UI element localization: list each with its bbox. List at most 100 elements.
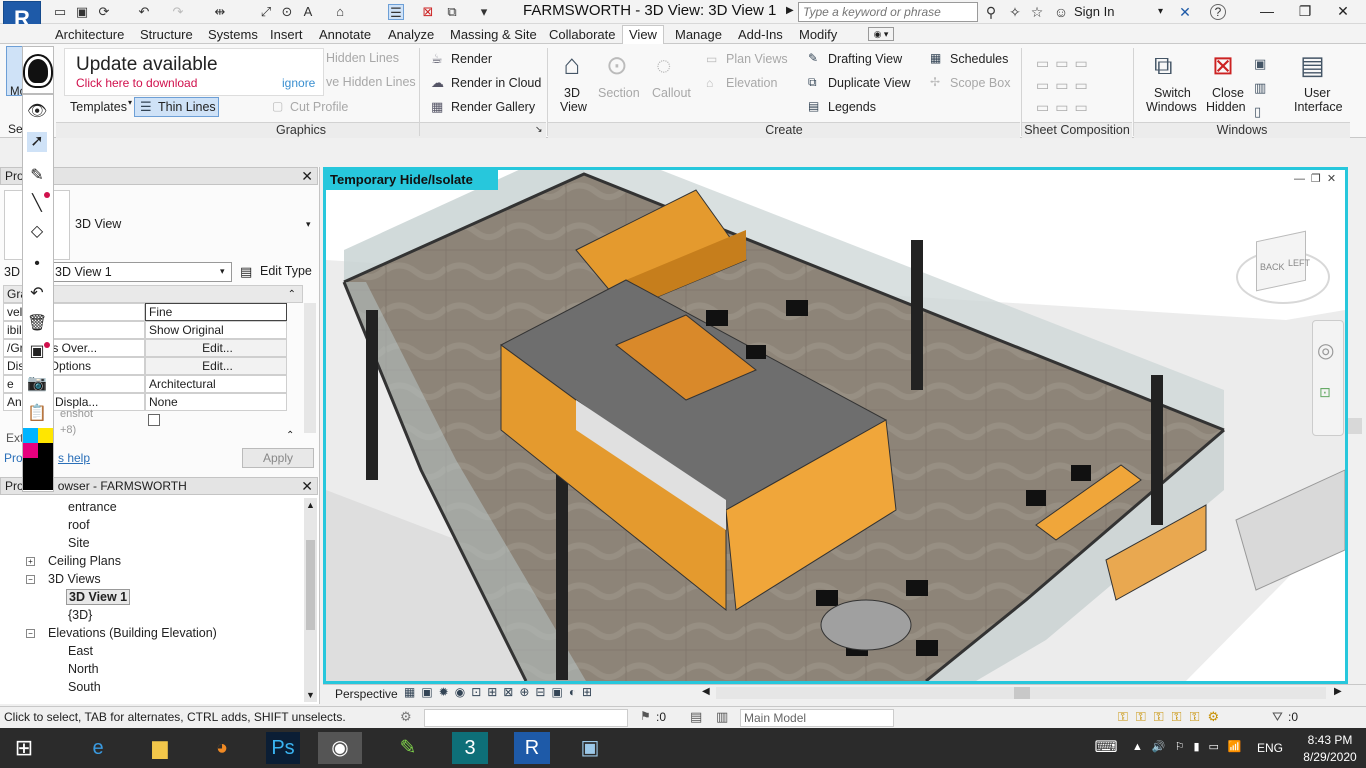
callout-button[interactable]: Callout bbox=[652, 86, 691, 100]
property-value[interactable]: Fine bbox=[145, 303, 287, 321]
graphics-launcher-icon[interactable]: ↘ bbox=[535, 124, 543, 135]
tree-item-elevations[interactable]: Elevations (Building Elevation) bbox=[48, 626, 217, 640]
switch-windows-label-2[interactable]: Windows bbox=[1146, 100, 1197, 114]
ie-icon[interactable]: e bbox=[76, 732, 120, 764]
3ds-max-icon[interactable]: 3 bbox=[452, 732, 488, 764]
favorites-star-icon[interactable]: ☆ bbox=[1028, 3, 1046, 21]
properties-scrollbar[interactable] bbox=[304, 303, 316, 433]
view-cube-back[interactable]: BACK bbox=[1260, 262, 1285, 272]
scroll-up-icon[interactable]: ▲ bbox=[306, 500, 315, 510]
user-interface-label-2[interactable]: Interface bbox=[1294, 100, 1343, 114]
parameter-checkbox[interactable] bbox=[148, 414, 160, 426]
tab-architecture[interactable]: Architecture bbox=[55, 27, 124, 42]
collapse-icon[interactable]: − bbox=[26, 575, 35, 584]
hscroll-thumb[interactable] bbox=[1014, 687, 1030, 699]
workset-select[interactable] bbox=[424, 709, 628, 727]
selection-filter-icons[interactable]: ⚿⚿⚿⚿⚿⚙ bbox=[1118, 709, 1227, 725]
scrollbar-thumb[interactable] bbox=[306, 540, 315, 630]
tab-manage[interactable]: Manage bbox=[675, 27, 722, 42]
tab-add-ins[interactable]: Add-Ins bbox=[738, 27, 783, 42]
tree-item-3d-default[interactable]: {3D} bbox=[68, 608, 92, 622]
hidden-lines-button[interactable]: Hidden Lines bbox=[326, 51, 399, 65]
sync-icon[interactable]: ⟳ bbox=[96, 4, 112, 20]
sketch-app-icon[interactable]: ✎ bbox=[386, 732, 430, 764]
tree-item-south[interactable]: South bbox=[68, 680, 101, 694]
property-value[interactable]: Architectural bbox=[145, 375, 287, 393]
tab-structure[interactable]: Structure bbox=[140, 27, 193, 42]
text-icon[interactable]: A bbox=[300, 4, 316, 20]
tab-massing-site[interactable]: Massing & Site bbox=[450, 27, 537, 42]
collapse-icon[interactable]: ⌃ bbox=[286, 430, 294, 441]
tree-item-3d-views[interactable]: 3D Views bbox=[48, 572, 101, 586]
camera-icon[interactable]: 📷 bbox=[27, 374, 47, 394]
collapse-icon[interactable]: − bbox=[26, 629, 35, 638]
collapse-icon[interactable]: ⌃ bbox=[288, 287, 296, 303]
render-button[interactable]: Render bbox=[451, 52, 492, 66]
cut-profile-button[interactable]: Cut Profile bbox=[290, 100, 348, 114]
design-options-icon[interactable]: ▤ bbox=[690, 709, 702, 725]
render-cloud-button[interactable]: Render in Cloud bbox=[451, 76, 541, 90]
dimension-icon[interactable]: ⤢ bbox=[258, 4, 274, 20]
scroll-down-icon[interactable]: ▼ bbox=[306, 690, 315, 700]
tree-item-east[interactable]: East bbox=[68, 644, 93, 658]
property-value[interactable]: Show Original bbox=[145, 321, 287, 339]
scope-box-button[interactable]: Scope Box bbox=[950, 76, 1010, 90]
color-palette[interactable] bbox=[23, 428, 53, 490]
search-input[interactable] bbox=[798, 2, 978, 22]
duplicate-view-button[interactable]: Duplicate View bbox=[828, 76, 910, 90]
templates-chevron-icon[interactable]: ▾ bbox=[128, 98, 132, 107]
instance-filter-select[interactable]: 3D View 1 bbox=[50, 262, 232, 282]
close-icon[interactable]: ✕ bbox=[1328, 2, 1358, 22]
user-interface-label[interactable]: User bbox=[1304, 86, 1330, 100]
design-option-select[interactable]: Main Model bbox=[740, 709, 894, 727]
close-icon[interactable]: ✕ bbox=[301, 478, 313, 494]
subscription-icon[interactable]: ✧ bbox=[1006, 3, 1024, 21]
marker-icon[interactable]: ✎ bbox=[27, 166, 47, 186]
render-gallery-button[interactable]: Render Gallery bbox=[451, 100, 535, 114]
property-value[interactable]: None bbox=[145, 393, 287, 411]
tree-item-ceiling-plans[interactable]: Ceiling Plans bbox=[48, 554, 121, 568]
update-download-link[interactable]: Click here to download bbox=[76, 76, 197, 90]
default-3d-icon[interactable]: ⌂ bbox=[332, 4, 348, 20]
tab-annotate[interactable]: Annotate bbox=[319, 27, 371, 42]
save-icon[interactable]: ▣ bbox=[74, 4, 90, 20]
schedules-button[interactable]: Schedules bbox=[950, 52, 1008, 66]
drafting-view-button[interactable]: Drafting View bbox=[828, 52, 902, 66]
tab-collaborate[interactable]: Collaborate bbox=[549, 27, 616, 42]
tray-icons[interactable]: ▲🔊⚐▮▭📶 bbox=[1132, 740, 1251, 753]
firefox-icon[interactable]: ◕ bbox=[200, 732, 244, 764]
expand-icon[interactable]: + bbox=[26, 557, 35, 566]
templates-button[interactable]: Templates bbox=[70, 100, 127, 114]
switch-windows-qat-icon[interactable]: ⧉ bbox=[444, 4, 460, 20]
view-control-icons[interactable]: ▦▣✹◉⊡⊞⊠⊕⊟▣◐⊞ bbox=[404, 685, 598, 699]
chevron-down-icon[interactable]: ▾ bbox=[1158, 6, 1163, 17]
windows-start-icon[interactable]: ⊞ bbox=[2, 732, 46, 764]
language-indicator[interactable]: ENG bbox=[1257, 741, 1283, 755]
thin-lines-qat-icon[interactable]: ☰ bbox=[388, 4, 404, 20]
tab-insert[interactable]: Insert bbox=[270, 27, 303, 42]
close-hidden-label[interactable]: Close bbox=[1212, 86, 1244, 100]
clock-date[interactable]: 8/29/2020 bbox=[1302, 750, 1358, 764]
undo-icon[interactable]: ↶ bbox=[27, 284, 47, 304]
clipboard-icon[interactable]: 📋 bbox=[27, 404, 47, 424]
cursor-icon[interactable]: ➚ bbox=[27, 132, 47, 152]
close-icon[interactable]: ✕ bbox=[301, 168, 313, 184]
eye-icon[interactable]: 👁 bbox=[27, 102, 47, 122]
properties-help-link[interactable]: s help bbox=[58, 451, 90, 465]
view-window-controls[interactable]: —❐✕ bbox=[1294, 172, 1342, 185]
sheet-composition-tools[interactable]: ▭▭▭ ▭▭▭ ▭▭▭ bbox=[1036, 52, 1116, 115]
user-icon[interactable]: ☺ bbox=[1052, 3, 1070, 21]
measure-icon[interactable]: ⇹ bbox=[212, 4, 228, 20]
minimize-icon[interactable]: — bbox=[1252, 2, 1282, 22]
edit-type-button[interactable]: Edit Type bbox=[260, 264, 312, 278]
photoshop-icon[interactable]: Ps bbox=[266, 732, 300, 764]
projection-label[interactable]: Perspective bbox=[335, 687, 398, 701]
redo-icon[interactable]: ↷ bbox=[170, 4, 186, 20]
type-selector-chevron-icon[interactable]: ▾ bbox=[306, 219, 311, 230]
close-hidden-qat-icon[interactable]: ⊠ bbox=[420, 4, 436, 20]
tree-item-3d-view-1[interactable]: 3D View 1 bbox=[66, 589, 131, 605]
legends-button[interactable]: Legends bbox=[828, 100, 876, 114]
tree-item-entrance[interactable]: entrance bbox=[68, 500, 117, 514]
tab-modify[interactable]: Modify bbox=[799, 27, 837, 42]
hscroll-left-icon[interactable]: ◀ bbox=[702, 686, 710, 697]
